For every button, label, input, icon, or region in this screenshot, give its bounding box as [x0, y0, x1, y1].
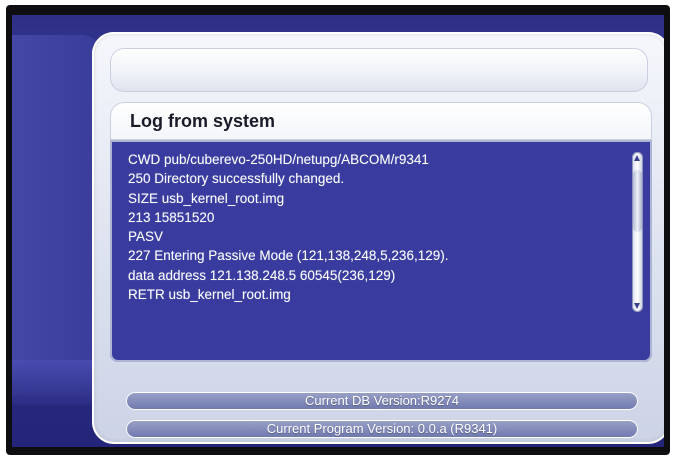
log-line: data address 121.138.248.5 60545(236,129… — [128, 267, 396, 283]
log-area[interactable]: CWD pub/cuberevo-250HD/netupg/ABCOM/r934… — [110, 140, 652, 362]
log-line: SIZE usb_kernel_root.img — [128, 190, 285, 206]
scrollbar-thumb[interactable] — [633, 170, 642, 232]
log-scrollbar[interactable] — [632, 152, 643, 312]
log-line: 250 Directory successfully changed. — [128, 171, 345, 187]
program-version-label: Current Program Version: 0.0.a (R9341) — [266, 421, 498, 436]
log-header: Log from system — [110, 102, 652, 140]
log-lines: CWD pub/cuberevo-250HD/netupg/ABCOM/r934… — [128, 150, 608, 304]
arrow-down-icon[interactable] — [634, 303, 640, 309]
dialog-title: Log from system — [130, 111, 276, 131]
log-line: RETR usb_kernel_root.img — [128, 287, 291, 303]
tv-screen: Log from system CWD pub/cuberevo-250HD/n… — [12, 15, 664, 447]
dialog-top-bar — [110, 48, 648, 92]
log-line: 227 Entering Passive Mode (121,138,248,5… — [128, 248, 449, 264]
background-shape — [12, 35, 102, 395]
program-version-bar: Current Program Version: 0.0.a (R9341) — [126, 420, 638, 438]
system-log-dialog: Log from system CWD pub/cuberevo-250HD/n… — [92, 32, 664, 444]
tv-frame: Log from system CWD pub/cuberevo-250HD/n… — [6, 5, 670, 455]
db-version-label: Current DB Version:R9274 — [305, 393, 459, 408]
db-version-bar: Current DB Version:R9274 — [126, 392, 638, 410]
log-line: CWD pub/cuberevo-250HD/netupg/ABCOM/r934… — [128, 152, 429, 167]
arrow-up-icon[interactable] — [634, 155, 640, 161]
log-line: 213 15851520 — [128, 209, 215, 225]
log-line: PASV — [128, 229, 164, 245]
